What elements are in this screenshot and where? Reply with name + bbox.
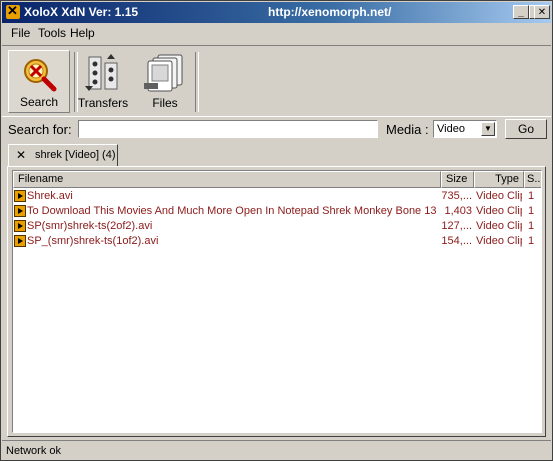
video-file-icon [14, 190, 26, 202]
close-tab-icon[interactable]: ✕ [16, 148, 26, 162]
row-type: Video Clip [476, 220, 522, 232]
media-select[interactable]: Video ▼ [433, 120, 497, 138]
toolbar: Search Transfers Files [2, 45, 551, 117]
row-sources: 1 [528, 235, 535, 247]
row-size: 154,... [441, 235, 472, 247]
files-tool-button[interactable]: Files [134, 50, 196, 113]
column-filename[interactable]: Filename [13, 171, 441, 188]
row-sources: 1 [528, 220, 535, 232]
media-label: Media : [386, 122, 429, 137]
status-bar: Network ok [2, 440, 551, 461]
tab-search-result[interactable]: ✕ shrek [Video] (4) [8, 144, 118, 166]
column-type[interactable]: Type [474, 171, 524, 188]
window-title: XoloX XdN Ver: 1.15 [24, 5, 139, 19]
table-row[interactable]: SP_(smr)shrek-ts(1of2).avi 154,... Video… [13, 234, 541, 249]
results-tabs: ✕ shrek [Video] (4) [2, 144, 551, 166]
table-row[interactable]: Shrek.avi 735,... Video Clip 1 [13, 189, 541, 204]
list-header: Filename Size Type S... [13, 171, 541, 188]
video-file-icon [14, 205, 26, 217]
table-row[interactable]: To Download This Movies And Much More Op… [13, 204, 541, 219]
close-button[interactable]: ✕ [534, 5, 550, 19]
transfers-tool-label: Transfers [77, 96, 129, 110]
app-logo-icon [6, 3, 20, 19]
transfers-icon [85, 54, 118, 91]
menu-tools[interactable]: Tools [38, 26, 66, 40]
row-type: Video Clip [476, 205, 522, 217]
dropdown-arrow-icon[interactable]: ▼ [481, 122, 495, 136]
files-monitor-icon [144, 54, 183, 92]
row-type: Video Clip [476, 235, 522, 247]
row-filename: SP_(smr)shrek-ts(1of2).avi [27, 235, 159, 247]
tab-label: shrek [Video] (4) [35, 149, 116, 161]
status-text: Network ok [6, 445, 62, 457]
results-list[interactable]: Filename Size Type S... Shrek.avi 735,..… [12, 170, 542, 433]
title-url: http://xenomorph.net/ [268, 5, 392, 19]
row-filename: To Download This Movies And Much More Op… [27, 205, 439, 217]
search-bar: Search for: Media : Video ▼ Go [2, 118, 551, 142]
go-button[interactable]: Go [505, 119, 547, 139]
row-size: 735,... [441, 190, 472, 202]
results-panel: Filename Size Type S... Shrek.avi 735,..… [7, 166, 546, 437]
files-tool-label: Files [152, 96, 178, 110]
toolbar-separator [195, 52, 199, 112]
search-tool-button[interactable]: Search [8, 50, 70, 113]
app-window: XoloX XdN Ver: 1.15 http://xenomorph.net… [0, 0, 553, 461]
minimize-button[interactable]: _ [513, 5, 529, 19]
row-type: Video Clip [476, 190, 522, 202]
row-size: 1,403 [444, 205, 472, 217]
row-filename: SP(smr)shrek-ts(2of2).avi [27, 220, 153, 232]
video-file-icon [14, 235, 26, 247]
menu-bar: File Tools Help [2, 23, 551, 43]
search-label: Search for: [8, 122, 72, 137]
transfers-tool-button[interactable]: Transfers [72, 50, 134, 113]
row-size: 127,... [441, 220, 472, 232]
table-row[interactable]: SP(smr)shrek-ts(2of2).avi 127,... Video … [13, 219, 541, 234]
menu-file[interactable]: File [11, 26, 30, 40]
menu-help[interactable]: Help [70, 26, 95, 40]
row-sources: 1 [528, 190, 535, 202]
title-bar[interactable]: XoloX XdN Ver: 1.15 http://xenomorph.net… [2, 2, 551, 23]
search-magnifier-icon [24, 59, 57, 92]
search-input[interactable] [78, 120, 378, 138]
row-filename: Shrek.avi [27, 190, 73, 202]
search-tool-label: Search [19, 95, 59, 109]
row-sources: 1 [528, 205, 535, 217]
column-sources[interactable]: S... [524, 171, 541, 188]
video-file-icon [14, 220, 26, 232]
media-selected-value: Video [437, 123, 465, 135]
column-size[interactable]: Size [441, 171, 474, 188]
